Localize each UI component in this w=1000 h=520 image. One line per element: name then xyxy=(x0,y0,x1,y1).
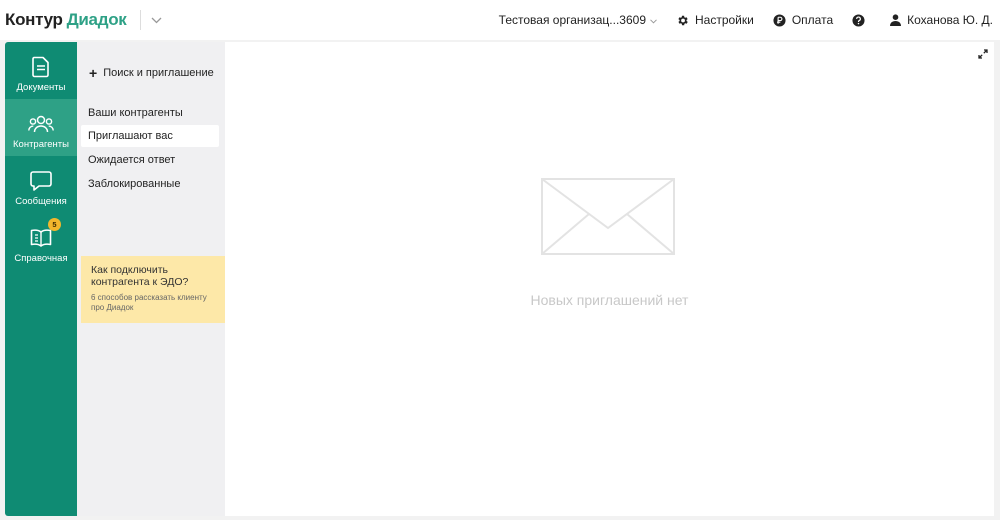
chevron-down-icon[interactable] xyxy=(151,14,163,26)
payment-label: Оплата xyxy=(791,13,834,27)
expand-icon[interactable] xyxy=(977,48,989,60)
main-content: Новых приглашений нет xyxy=(225,42,994,516)
user-menu[interactable]: Коханова Ю. Д. xyxy=(890,13,993,27)
sidebar-label-contractors: Контрагенты xyxy=(13,139,69,150)
empty-state-text: Новых приглашений нет xyxy=(530,292,689,308)
logo-kontur: Контур xyxy=(5,10,63,29)
top-header: Контур Диадок Тестовая организац...3609 … xyxy=(0,0,1000,40)
subnav-label: Приглашают вас xyxy=(88,130,173,142)
tip-subtitle: 6 способов рассказать клиенту про Диадок xyxy=(91,293,207,312)
sidebar-item-contractors[interactable]: Контрагенты xyxy=(5,99,77,156)
settings-link[interactable]: Настройки xyxy=(676,13,754,27)
app-logo[interactable]: Контур Диадок xyxy=(5,10,127,30)
user-icon xyxy=(890,14,902,26)
org-name: Тестовая организац...3609 xyxy=(498,13,646,27)
plus-icon: + xyxy=(89,64,98,81)
edo-tip-card[interactable]: Как подключить контрагента к ЭДО? 6 спос… xyxy=(81,256,229,327)
subnav-item-blocked[interactable]: Заблокированные xyxy=(81,173,219,195)
logo-diadok: Диадок xyxy=(66,10,127,29)
subnav-label: Ваши контрагенты xyxy=(88,107,183,119)
sidebar-label-messages: Сообщения xyxy=(15,196,67,207)
subnav-label: Ожидается ответ xyxy=(88,154,176,166)
sidebar-item-messages[interactable]: Сообщения xyxy=(5,156,77,213)
help-button[interactable] xyxy=(852,13,871,27)
chat-icon xyxy=(30,169,52,193)
document-icon xyxy=(32,55,50,79)
subnav-item-your-contractors[interactable]: Ваши контрагенты xyxy=(81,102,219,124)
subnav-item-awaiting-response[interactable]: Ожидается ответ xyxy=(81,149,219,171)
header-actions: Тестовая организац...3609 Настройки Опла… xyxy=(480,0,993,40)
org-selector[interactable]: Тестовая организац...3609 xyxy=(499,13,657,27)
sidebar-item-documents[interactable]: Документы xyxy=(5,42,77,99)
gear-icon xyxy=(676,14,689,27)
book-icon: 5 xyxy=(30,218,61,250)
sidebar-label-help: Справочная xyxy=(14,253,68,264)
help-icon xyxy=(852,13,865,27)
subnav-label: Заблокированные xyxy=(88,178,181,190)
user-name: Коханова Ю. Д. xyxy=(907,13,993,27)
settings-label: Настройки xyxy=(695,13,754,27)
sidebar-label-documents: Документы xyxy=(16,82,66,93)
main-sidebar: Документы Контрагенты Сообщения 5 Справо… xyxy=(5,42,77,516)
envelope-icon xyxy=(541,178,676,261)
search-invite-label: Поиск и приглашение xyxy=(103,67,214,79)
ruble-icon xyxy=(773,13,786,27)
payment-link[interactable]: Оплата xyxy=(773,13,833,27)
contractors-subnav: + Поиск и приглашение Ваши контрагенты П… xyxy=(77,42,229,516)
org-chevron-down-icon xyxy=(650,13,657,27)
tip-title: Как подключить контрагента к ЭДО? xyxy=(91,264,189,288)
subnav-item-invite-you[interactable]: Приглашают вас xyxy=(81,125,219,147)
header-divider xyxy=(139,10,141,30)
contacts-icon xyxy=(28,112,54,136)
search-invite-button[interactable]: + Поиск и приглашение xyxy=(89,64,214,81)
sidebar-item-help[interactable]: 5 Справочная xyxy=(5,213,77,270)
notification-badge: 5 xyxy=(48,218,61,231)
